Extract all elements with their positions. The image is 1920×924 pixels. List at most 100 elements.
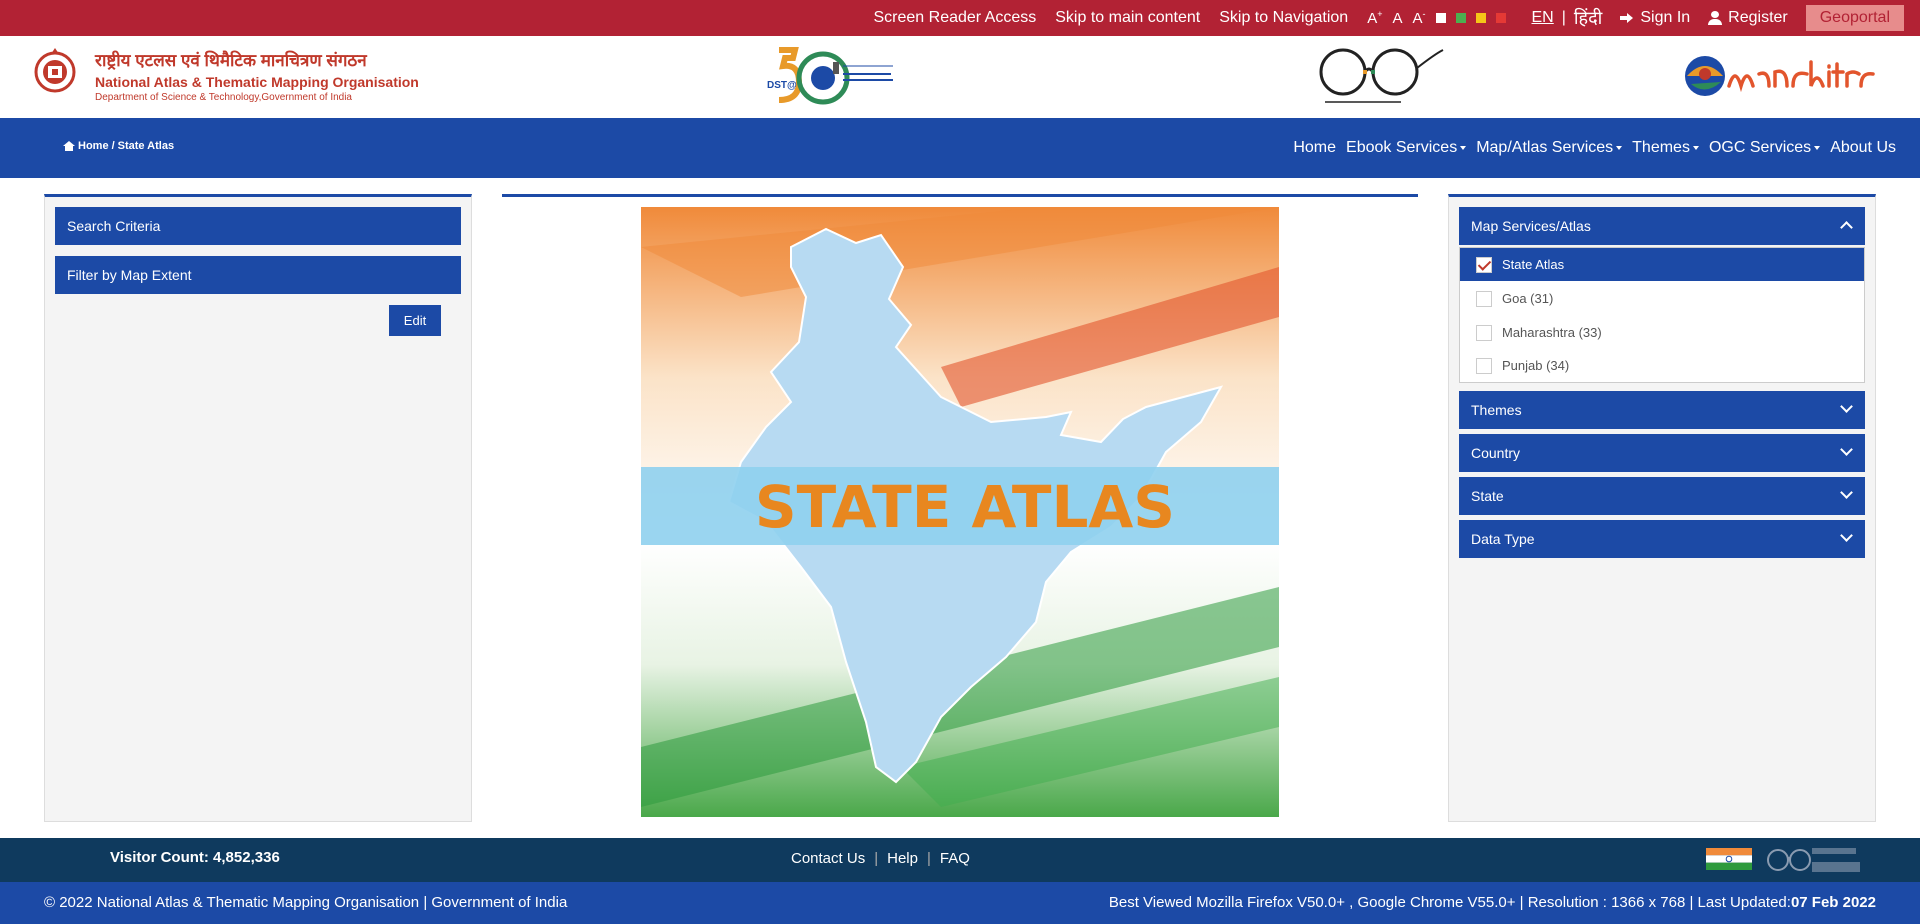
font-decrease-button[interactable]: A-	[1412, 9, 1425, 27]
atlas-option-punjab[interactable]: Punjab (34)	[1460, 349, 1864, 382]
checkbox-unchecked[interactable]	[1476, 290, 1492, 307]
natmo-emblem-logo[interactable]	[33, 46, 77, 94]
nav-about-label: About Us	[1830, 139, 1896, 156]
browser-info-text: Best Viewed Mozilla Firefox V50.0+ , Goo…	[1108, 894, 1791, 911]
atlas-option-state-atlas[interactable]: State Atlas	[1460, 248, 1864, 281]
center-divider	[502, 194, 1418, 197]
lang-hindi-link[interactable]: हिंदी	[1574, 6, 1602, 30]
breadcrumb: Home / State Atlas	[63, 140, 174, 152]
chevron-up-icon	[1840, 221, 1853, 234]
chevron-down-icon	[1840, 443, 1853, 456]
map-services-list: State Atlas Goa (31) Maharashtra (33) Pu…	[1459, 247, 1865, 383]
checkbox-checked[interactable]	[1476, 256, 1492, 273]
data-type-label: Data Type	[1471, 531, 1535, 547]
org-department: Department of Science & Technology,Gover…	[95, 92, 352, 103]
atlas-option-maharashtra[interactable]: Maharashtra (33)	[1460, 316, 1864, 349]
nav-about-us[interactable]: About Us	[1830, 139, 1896, 157]
faq-link[interactable]: FAQ	[940, 850, 970, 867]
nav-themes[interactable]: Themes	[1632, 139, 1699, 157]
visitor-count: Visitor Count: 4,852,336	[110, 849, 280, 866]
breadcrumb-current: State Atlas	[117, 140, 175, 152]
sign-in-label: Sign In	[1640, 9, 1691, 26]
country-accordion[interactable]: Country	[1459, 434, 1865, 472]
help-link[interactable]: Help	[887, 850, 918, 867]
state-atlas-banner: STATE ATLAS	[641, 207, 1279, 817]
breadcrumb-home-link[interactable]: Home	[78, 140, 109, 152]
state-atlas-banner-image: STATE ATLAS	[641, 207, 1279, 817]
org-name-english: National Atlas & Thematic Mapping Organi…	[95, 74, 419, 90]
atlas-option-label: Goa (31)	[1502, 291, 1554, 306]
caret-down-icon	[1692, 146, 1699, 150]
main-menu: Home Ebook Services Map/Atlas Services T…	[1293, 118, 1896, 178]
themes-accordion[interactable]: Themes	[1459, 391, 1865, 429]
font-increase-sup: +	[1377, 9, 1383, 19]
nav-ogc-label: OGC Services	[1708, 139, 1812, 156]
dst-50-logo[interactable]: DST@	[765, 44, 897, 108]
chevron-down-icon	[1840, 529, 1853, 542]
natmo-title-block: राष्ट्रीय एटलस एवं थिमैटिक मानचित्रण संग…	[95, 48, 419, 103]
chevron-down-icon	[1840, 486, 1853, 499]
site-header: राष्ट्रीय एटलस एवं थिमैटिक मानचित्रण संग…	[0, 36, 1920, 118]
map-services-label: Map Services/Atlas	[1471, 218, 1591, 234]
themes-label: Themes	[1471, 402, 1522, 418]
main-content: Search Criteria Filter by Map Extent Edi…	[0, 178, 1920, 838]
theme-swatch-green[interactable]	[1455, 13, 1466, 23]
theme-swatch-yellow[interactable]	[1475, 13, 1486, 23]
caret-down-icon	[1616, 146, 1623, 150]
footer-bottom: © 2022 National Atlas & Thematic Mapping…	[0, 882, 1920, 924]
left-filter-panel: Search Criteria Filter by Map Extent Edi…	[44, 194, 472, 822]
user-icon	[1708, 11, 1723, 25]
footer-top: Visitor Count: 4,852,336 Contact Us | He…	[0, 838, 1920, 882]
nav-ogc-services[interactable]: OGC Services	[1708, 139, 1821, 157]
atlas-option-label: Punjab (34)	[1502, 358, 1570, 373]
right-atlas-panel: Map Services/Atlas State Atlas Goa (31) …	[1448, 194, 1876, 822]
footer-separator: |	[874, 850, 879, 867]
atlas-option-label: Maharashtra (33)	[1502, 325, 1602, 340]
font-increase-button[interactable]: A+	[1367, 9, 1382, 27]
language-switch: EN | हिंदी	[1532, 6, 1603, 30]
country-label: Country	[1471, 445, 1521, 461]
register-label: Register	[1728, 9, 1788, 26]
nav-map-atlas-services[interactable]: Map/Atlas Services	[1476, 139, 1623, 157]
manchitran-logo[interactable]	[1683, 52, 1875, 100]
nav-map-atlas-label: Map/Atlas Services	[1476, 139, 1614, 156]
edit-button[interactable]: Edit	[389, 305, 441, 336]
swachh-bharat-logo[interactable]	[1305, 44, 1445, 108]
font-normal-button[interactable]: A	[1392, 10, 1402, 27]
org-name-hindi: राष्ट्रीय एटलस एवं थिमैटिक मानचित्रण संग…	[95, 51, 367, 70]
nav-ebook-services[interactable]: Ebook Services	[1346, 139, 1467, 157]
geoportal-button[interactable]: Geoportal	[1805, 5, 1904, 31]
filter-by-map-extent-button[interactable]: Filter by Map Extent	[55, 256, 461, 294]
swachh-bharat-footer-logo	[1767, 848, 1860, 872]
top-utility-links: Screen Reader Access Skip to main conten…	[874, 0, 1904, 36]
font-increase-label: A	[1367, 10, 1378, 27]
theme-swatch-white[interactable]	[1435, 13, 1446, 23]
browser-info: Best Viewed Mozilla Firefox V50.0+ , Goo…	[1109, 894, 1876, 911]
register-link[interactable]: Register	[1708, 9, 1788, 27]
sign-in-link[interactable]: Sign In	[1620, 9, 1690, 27]
state-atlas-title: STATE ATLAS	[755, 473, 1175, 541]
nav-ebook-label: Ebook Services	[1346, 139, 1458, 156]
screen-reader-access-link[interactable]: Screen Reader Access	[874, 9, 1037, 27]
top-utility-bar: Screen Reader Access Skip to main conten…	[0, 0, 1920, 36]
nav-home-label: Home	[1293, 139, 1337, 156]
copyright-text: © 2022 National Atlas & Thematic Mapping…	[44, 894, 568, 911]
main-navbar: Home / State Atlas Home Ebook Services M…	[0, 118, 1920, 178]
skip-to-navigation-link[interactable]: Skip to Navigation	[1219, 9, 1348, 27]
nav-home[interactable]: Home	[1293, 139, 1336, 157]
state-accordion[interactable]: State	[1459, 477, 1865, 515]
lang-en-link[interactable]: EN	[1532, 9, 1554, 27]
search-criteria-button[interactable]: Search Criteria	[55, 207, 461, 245]
skip-to-main-link[interactable]: Skip to main content	[1055, 9, 1200, 27]
home-icon	[63, 141, 75, 151]
theme-swatch-red[interactable]	[1495, 13, 1506, 23]
map-services-accordion[interactable]: Map Services/Atlas	[1459, 207, 1865, 245]
atlas-option-goa[interactable]: Goa (31)	[1460, 282, 1864, 315]
caret-down-icon	[1814, 146, 1821, 150]
font-decrease-sup: -	[1422, 9, 1426, 19]
checkbox-unchecked[interactable]	[1476, 357, 1492, 374]
checkbox-unchecked[interactable]	[1476, 324, 1492, 341]
contact-us-link[interactable]: Contact Us	[791, 850, 865, 867]
nav-themes-label: Themes	[1632, 139, 1690, 156]
data-type-accordion[interactable]: Data Type	[1459, 520, 1865, 558]
